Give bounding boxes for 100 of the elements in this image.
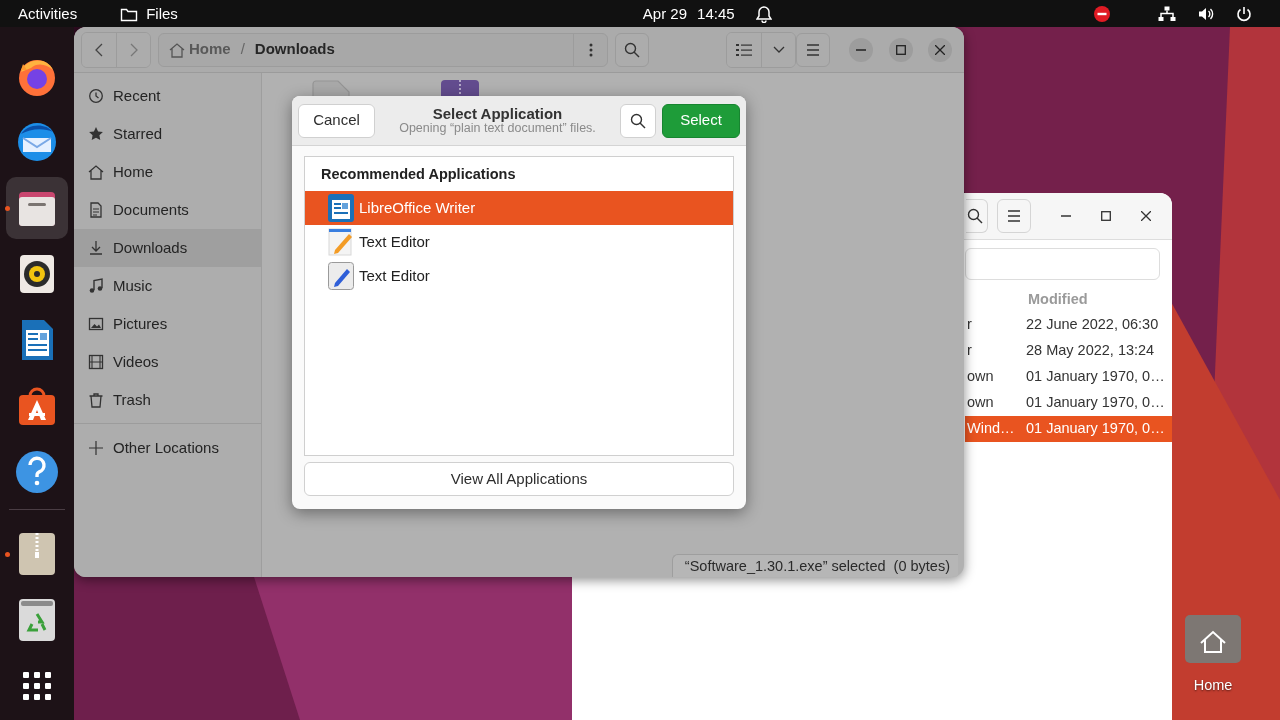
sidebar-item[interactable]: Trash (74, 381, 261, 419)
more-icon (588, 42, 593, 57)
sidebar-label: Trash (113, 389, 151, 410)
path-separator: / (239, 39, 246, 60)
menu-button[interactable] (796, 32, 830, 67)
film-icon (88, 354, 104, 370)
table-cell: Wind… (967, 420, 1015, 437)
sidebar-label: Videos (113, 351, 159, 372)
trash-icon (88, 392, 104, 408)
menu-button[interactable] (997, 199, 1031, 233)
home-icon (169, 41, 185, 58)
table-cell-text: 22 June 2022, 06:30 (1026, 315, 1159, 335)
app-name: Text Editor (359, 265, 430, 286)
app-list-item[interactable]: Text Editor (305, 258, 733, 293)
status-bar: “Software_1.30.1.exe” selected (0 bytes) (671, 554, 958, 577)
list-icon (736, 42, 752, 57)
file-row[interactable]: r 22 June 2022, 06:30 (965, 312, 1172, 338)
search-button[interactable] (966, 199, 988, 233)
chevron-left-icon (95, 42, 103, 57)
sidebar-label: Pictures (113, 313, 168, 334)
minimize-icon (856, 48, 866, 51)
sidebar-label: Home (113, 161, 153, 182)
view-all-button[interactable]: View All Applications (304, 462, 734, 496)
app-name: Text Editor (359, 231, 430, 252)
music-note-icon (88, 278, 104, 294)
search-button[interactable] (615, 32, 649, 67)
dock-item[interactable] (6, 177, 68, 239)
desktop-icon-label[interactable]: Home (1193, 675, 1233, 697)
do-not-disturb-icon[interactable] (1094, 5, 1110, 22)
help-icon (13, 448, 61, 496)
path-field[interactable] (965, 248, 1160, 280)
sidebar-label: Documents (113, 199, 189, 220)
pencil-notepad-icon (327, 260, 355, 291)
menu-icon (806, 43, 820, 56)
search-icon (967, 208, 983, 224)
table-cell-text: 01 January 1970, 0… (1026, 367, 1165, 387)
table-cell-text: 01 January 1970, 0… (1026, 419, 1165, 439)
sidebar-item[interactable]: Music (74, 267, 261, 305)
star-icon (88, 126, 104, 142)
sidebar-item[interactable]: Starred (74, 115, 261, 153)
table-cell: own (967, 394, 994, 411)
sidebar-item[interactable]: Recent (74, 77, 261, 115)
file-row[interactable]: r 28 May 2022, 13:24 (965, 338, 1172, 364)
sidebar-item[interactable]: Downloads (74, 229, 261, 267)
sidebar-item[interactable]: Other Locations (74, 429, 261, 467)
clock-icon (88, 88, 104, 104)
clock-date[interactable]: Apr 29 (642, 0, 688, 27)
sidebar-label: Music (113, 275, 153, 296)
sidebar-item[interactable]: Documents (74, 191, 261, 229)
close-icon (1141, 211, 1151, 221)
search-icon (624, 41, 640, 58)
app-menu[interactable]: Files (146, 0, 178, 27)
network-icon[interactable] (1158, 5, 1176, 22)
dialog-subtitle: Opening “plain text document” files. (398, 121, 597, 135)
plus-icon (88, 440, 104, 456)
table-cell-text: 01 January 1970, 0… (1026, 393, 1165, 413)
minimize-button[interactable] (849, 37, 873, 62)
maximize-button[interactable] (889, 37, 913, 62)
file-row[interactable]: Wind… 01 January 1970, 0… (965, 416, 1172, 442)
path-segment[interactable]: Downloads (250, 38, 339, 61)
sidebar-item[interactable]: Home (74, 153, 261, 191)
close-button[interactable] (928, 37, 952, 62)
table-cell-text: 28 May 2022, 13:24 (1026, 341, 1155, 361)
table-cell: own (967, 368, 994, 385)
power-icon[interactable] (1236, 5, 1252, 22)
chevron-down-icon (772, 45, 785, 54)
table-cell: r (967, 342, 972, 359)
table-cell: r (967, 316, 972, 333)
sidebar-label: Starred (113, 123, 163, 144)
clock-time[interactable]: 14:45 (697, 0, 735, 27)
pencil-notepad-icon (327, 226, 355, 257)
search-button[interactable] (620, 103, 656, 138)
app-list-item[interactable]: Text Editor (305, 224, 733, 259)
writer-document-icon (327, 192, 355, 223)
home-folder-icon[interactable] (1185, 615, 1241, 663)
minimize-icon (1061, 215, 1071, 217)
home-icon (88, 164, 104, 180)
bell-icon[interactable] (755, 4, 772, 23)
file-row[interactable]: own 01 January 1970, 0… (965, 390, 1172, 416)
sidebar-label: Recent (113, 85, 161, 106)
select-button[interactable]: Select (662, 103, 740, 138)
image-icon (88, 316, 104, 332)
maximize-icon (896, 44, 906, 55)
file-row[interactable]: own 01 January 1970, 0… (965, 364, 1172, 390)
sidebar-label: Other Locations (113, 437, 219, 458)
download-icon (88, 240, 104, 256)
search-icon (630, 112, 646, 129)
cancel-button[interactable]: Cancel (298, 103, 375, 138)
section-header: Recommended Applications (320, 165, 517, 184)
dialog-title: Select Application (432, 106, 563, 122)
activities-button[interactable]: Activities (18, 0, 78, 27)
sidebar-item[interactable]: Pictures (74, 305, 261, 343)
sidebar-label: Downloads (113, 237, 188, 258)
sidebar-item[interactable]: Videos (74, 343, 261, 381)
menu-icon (1007, 210, 1021, 222)
app-name: LibreOffice Writer (359, 197, 476, 218)
maximize-icon (1101, 211, 1111, 221)
app-list-item[interactable]: LibreOffice Writer (305, 190, 733, 225)
volume-icon[interactable] (1198, 5, 1214, 22)
close-icon (935, 44, 945, 55)
